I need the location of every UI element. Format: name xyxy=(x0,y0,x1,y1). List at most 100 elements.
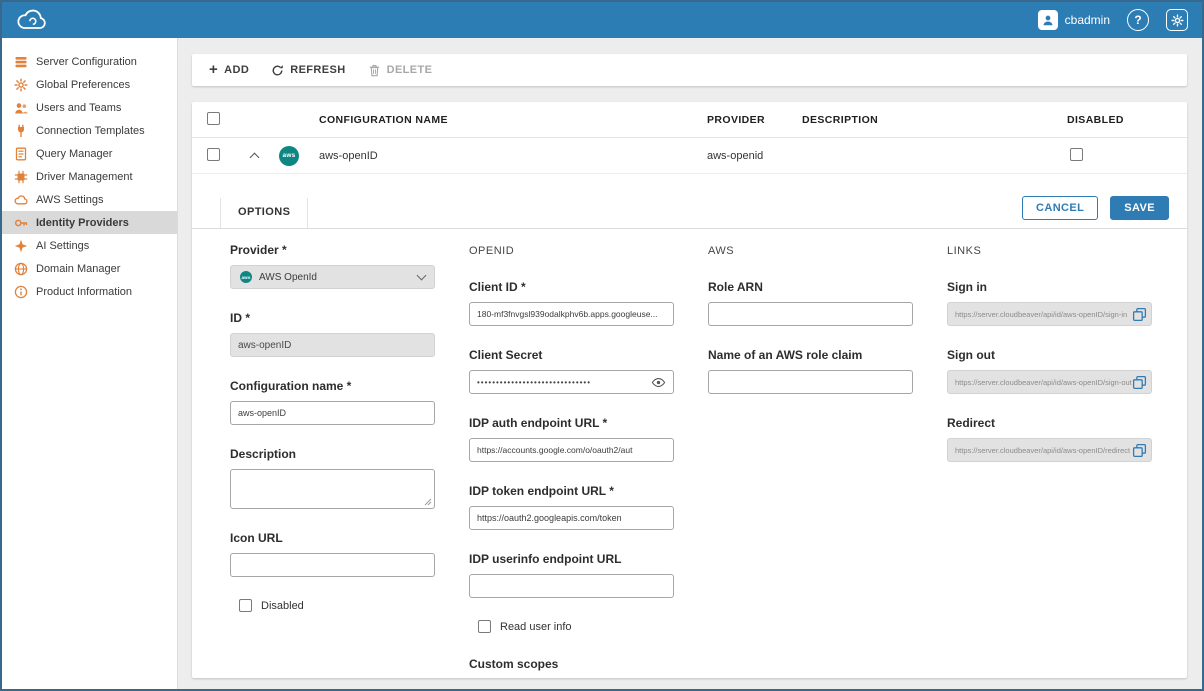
cloudbeaver-logo-icon[interactable] xyxy=(16,9,50,31)
table-row[interactable]: aws aws-openID aws-openid xyxy=(192,138,1187,174)
collapse-row-chevron-icon[interactable] xyxy=(249,152,259,162)
sidebar-item-product-information[interactable]: Product Information xyxy=(2,280,177,303)
column-header-description[interactable]: DESCRIPTION xyxy=(789,114,1054,126)
copy-icon[interactable] xyxy=(1132,375,1147,390)
users-and-teams-icon xyxy=(14,101,28,115)
client-id-value: 180-mf3fnvgsl939odalkphv6b.apps.googleus… xyxy=(477,309,658,319)
copy-icon[interactable] xyxy=(1132,443,1147,458)
sidebar-item-identity-providers[interactable]: Identity Providers xyxy=(2,211,177,234)
configuration-name-value: aws-openID xyxy=(238,408,286,418)
cancel-button[interactable]: CANCEL xyxy=(1022,196,1098,220)
sidebar-item-domain-manager[interactable]: Domain Manager xyxy=(2,257,177,280)
icon-url-field[interactable] xyxy=(230,553,435,577)
aws-settings-icon xyxy=(14,193,28,207)
column-header-provider[interactable]: PROVIDER xyxy=(694,114,789,126)
topbar-actions: cbadmin ? xyxy=(1038,9,1188,31)
delete-button-label: DELETE xyxy=(387,64,433,76)
role-claim-label: Name of an AWS role claim xyxy=(708,348,913,362)
read-user-info-checkbox[interactable] xyxy=(478,620,491,633)
sidebar-item-driver-management[interactable]: Driver Management xyxy=(2,165,177,188)
links-section-title: LINKS xyxy=(947,245,1152,259)
role-claim-field[interactable] xyxy=(708,370,913,394)
row-disabled-checkbox[interactable] xyxy=(1070,148,1083,161)
sidebar-item-label: Product Information xyxy=(36,286,132,298)
sidebar-item-ai-settings[interactable]: AI Settings xyxy=(2,234,177,257)
sidebar-item-label: Query Manager xyxy=(36,148,112,160)
provider-select[interactable]: aws AWS OpenId xyxy=(230,265,435,289)
connection-templates-icon xyxy=(14,124,28,138)
add-button[interactable]: + ADD xyxy=(198,54,260,86)
user-avatar-icon xyxy=(1038,10,1058,30)
refresh-button[interactable]: REFRESH xyxy=(260,54,356,86)
read-user-info-label: Read user info xyxy=(500,621,572,633)
sidebar-item-query-manager[interactable]: Query Manager xyxy=(2,142,177,165)
openid-section-title: OPENID xyxy=(469,245,674,259)
plus-icon: + xyxy=(209,62,218,77)
help-button[interactable]: ? xyxy=(1127,9,1149,31)
trash-icon xyxy=(368,64,381,77)
configuration-name-field[interactable]: aws-openID xyxy=(230,401,435,425)
sign-out-url-value: https://server.cloudbeaver/api/id/aws-op… xyxy=(955,378,1144,387)
row-provider: aws-openid xyxy=(694,150,789,162)
provider-option-icon: aws xyxy=(240,271,252,283)
form-column-links: LINKS Sign in https://server.cloudbeaver… xyxy=(947,243,1152,671)
idp-token-endpoint-field[interactable]: https://oauth2.googleapis.com/token xyxy=(469,506,674,530)
main-content: + ADD REFRESH xyxy=(178,38,1202,689)
product-information-icon xyxy=(14,285,28,299)
sidebar-item-label: Connection Templates xyxy=(36,125,145,137)
idp-auth-endpoint-label: IDP auth endpoint URL * xyxy=(469,416,674,430)
disabled-checkbox[interactable] xyxy=(239,599,252,612)
global-preferences-icon xyxy=(14,78,28,92)
client-secret-field[interactable]: •••••••••••••••••••••••••••••• xyxy=(469,370,674,394)
editor-header: OPTIONS CANCEL SAVE xyxy=(192,174,1187,229)
editor-form: Provider * aws AWS OpenId ID * xyxy=(192,229,1187,678)
custom-scopes-label: Custom scopes xyxy=(469,657,674,671)
client-id-label: Client ID * xyxy=(469,280,674,294)
id-field-value: aws-openID xyxy=(238,340,291,351)
form-column-openid: OPENID Client ID * 180-mf3fnvgsl939odalk… xyxy=(469,243,674,671)
copy-icon[interactable] xyxy=(1132,307,1147,322)
sidebar-item-server-configuration[interactable]: Server Configuration xyxy=(2,50,177,73)
description-label: Description xyxy=(230,447,435,461)
read-user-info-checkbox-row[interactable]: Read user info xyxy=(478,620,674,633)
provider-label: Provider * xyxy=(230,243,435,257)
sidebar: Server ConfigurationGlobal PreferencesUs… xyxy=(2,38,178,689)
user-menu[interactable]: cbadmin xyxy=(1038,10,1110,30)
topbar: cbadmin ? xyxy=(2,2,1202,38)
idp-userinfo-endpoint-label: IDP userinfo endpoint URL xyxy=(469,552,674,566)
disabled-checkbox-row[interactable]: Disabled xyxy=(239,599,435,612)
delete-button[interactable]: DELETE xyxy=(357,54,444,86)
id-field: aws-openID xyxy=(230,333,435,357)
sidebar-item-global-preferences[interactable]: Global Preferences xyxy=(2,73,177,96)
add-button-label: ADD xyxy=(224,64,249,76)
sidebar-item-connection-templates[interactable]: Connection Templates xyxy=(2,119,177,142)
row-editor: OPTIONS CANCEL SAVE Provider * xyxy=(192,174,1187,678)
idp-userinfo-endpoint-field[interactable] xyxy=(469,574,674,598)
settings-button[interactable] xyxy=(1166,9,1188,31)
client-id-field[interactable]: 180-mf3fnvgsl939odalkphv6b.apps.googleus… xyxy=(469,302,674,326)
role-arn-label: Role ARN xyxy=(708,280,913,294)
idp-auth-endpoint-field[interactable]: https://accounts.google.com/o/oauth2/aut xyxy=(469,438,674,462)
settings-gear-icon xyxy=(1171,14,1184,27)
column-header-disabled[interactable]: DISABLED xyxy=(1054,114,1187,126)
sidebar-item-label: Domain Manager xyxy=(36,263,120,275)
client-secret-value: •••••••••••••••••••••••••••••• xyxy=(477,378,591,387)
show-password-eye-icon[interactable] xyxy=(651,375,666,390)
redirect-url-field: https://server.cloudbeaver/api/id/aws-op… xyxy=(947,438,1152,462)
disabled-checkbox-label: Disabled xyxy=(261,600,304,612)
row-checkbox[interactable] xyxy=(207,148,220,161)
user-name: cbadmin xyxy=(1065,13,1110,27)
identity-providers-panel: CONFIGURATION NAME PROVIDER DESCRIPTION … xyxy=(192,102,1187,678)
form-column-aws: AWS Role ARN Name of an AWS role claim xyxy=(708,243,913,671)
role-arn-field[interactable] xyxy=(708,302,913,326)
select-all-checkbox[interactable] xyxy=(207,112,220,125)
description-field[interactable] xyxy=(230,469,435,509)
save-button[interactable]: SAVE xyxy=(1110,196,1169,220)
ai-settings-icon xyxy=(14,239,28,253)
resize-handle-icon[interactable] xyxy=(424,498,432,506)
column-header-configuration-name[interactable]: CONFIGURATION NAME xyxy=(306,114,694,126)
sidebar-item-users-and-teams[interactable]: Users and Teams xyxy=(2,96,177,119)
tab-options[interactable]: OPTIONS xyxy=(220,198,308,228)
provider-select-value: AWS OpenId xyxy=(259,272,317,283)
sidebar-item-aws-settings[interactable]: AWS Settings xyxy=(2,188,177,211)
